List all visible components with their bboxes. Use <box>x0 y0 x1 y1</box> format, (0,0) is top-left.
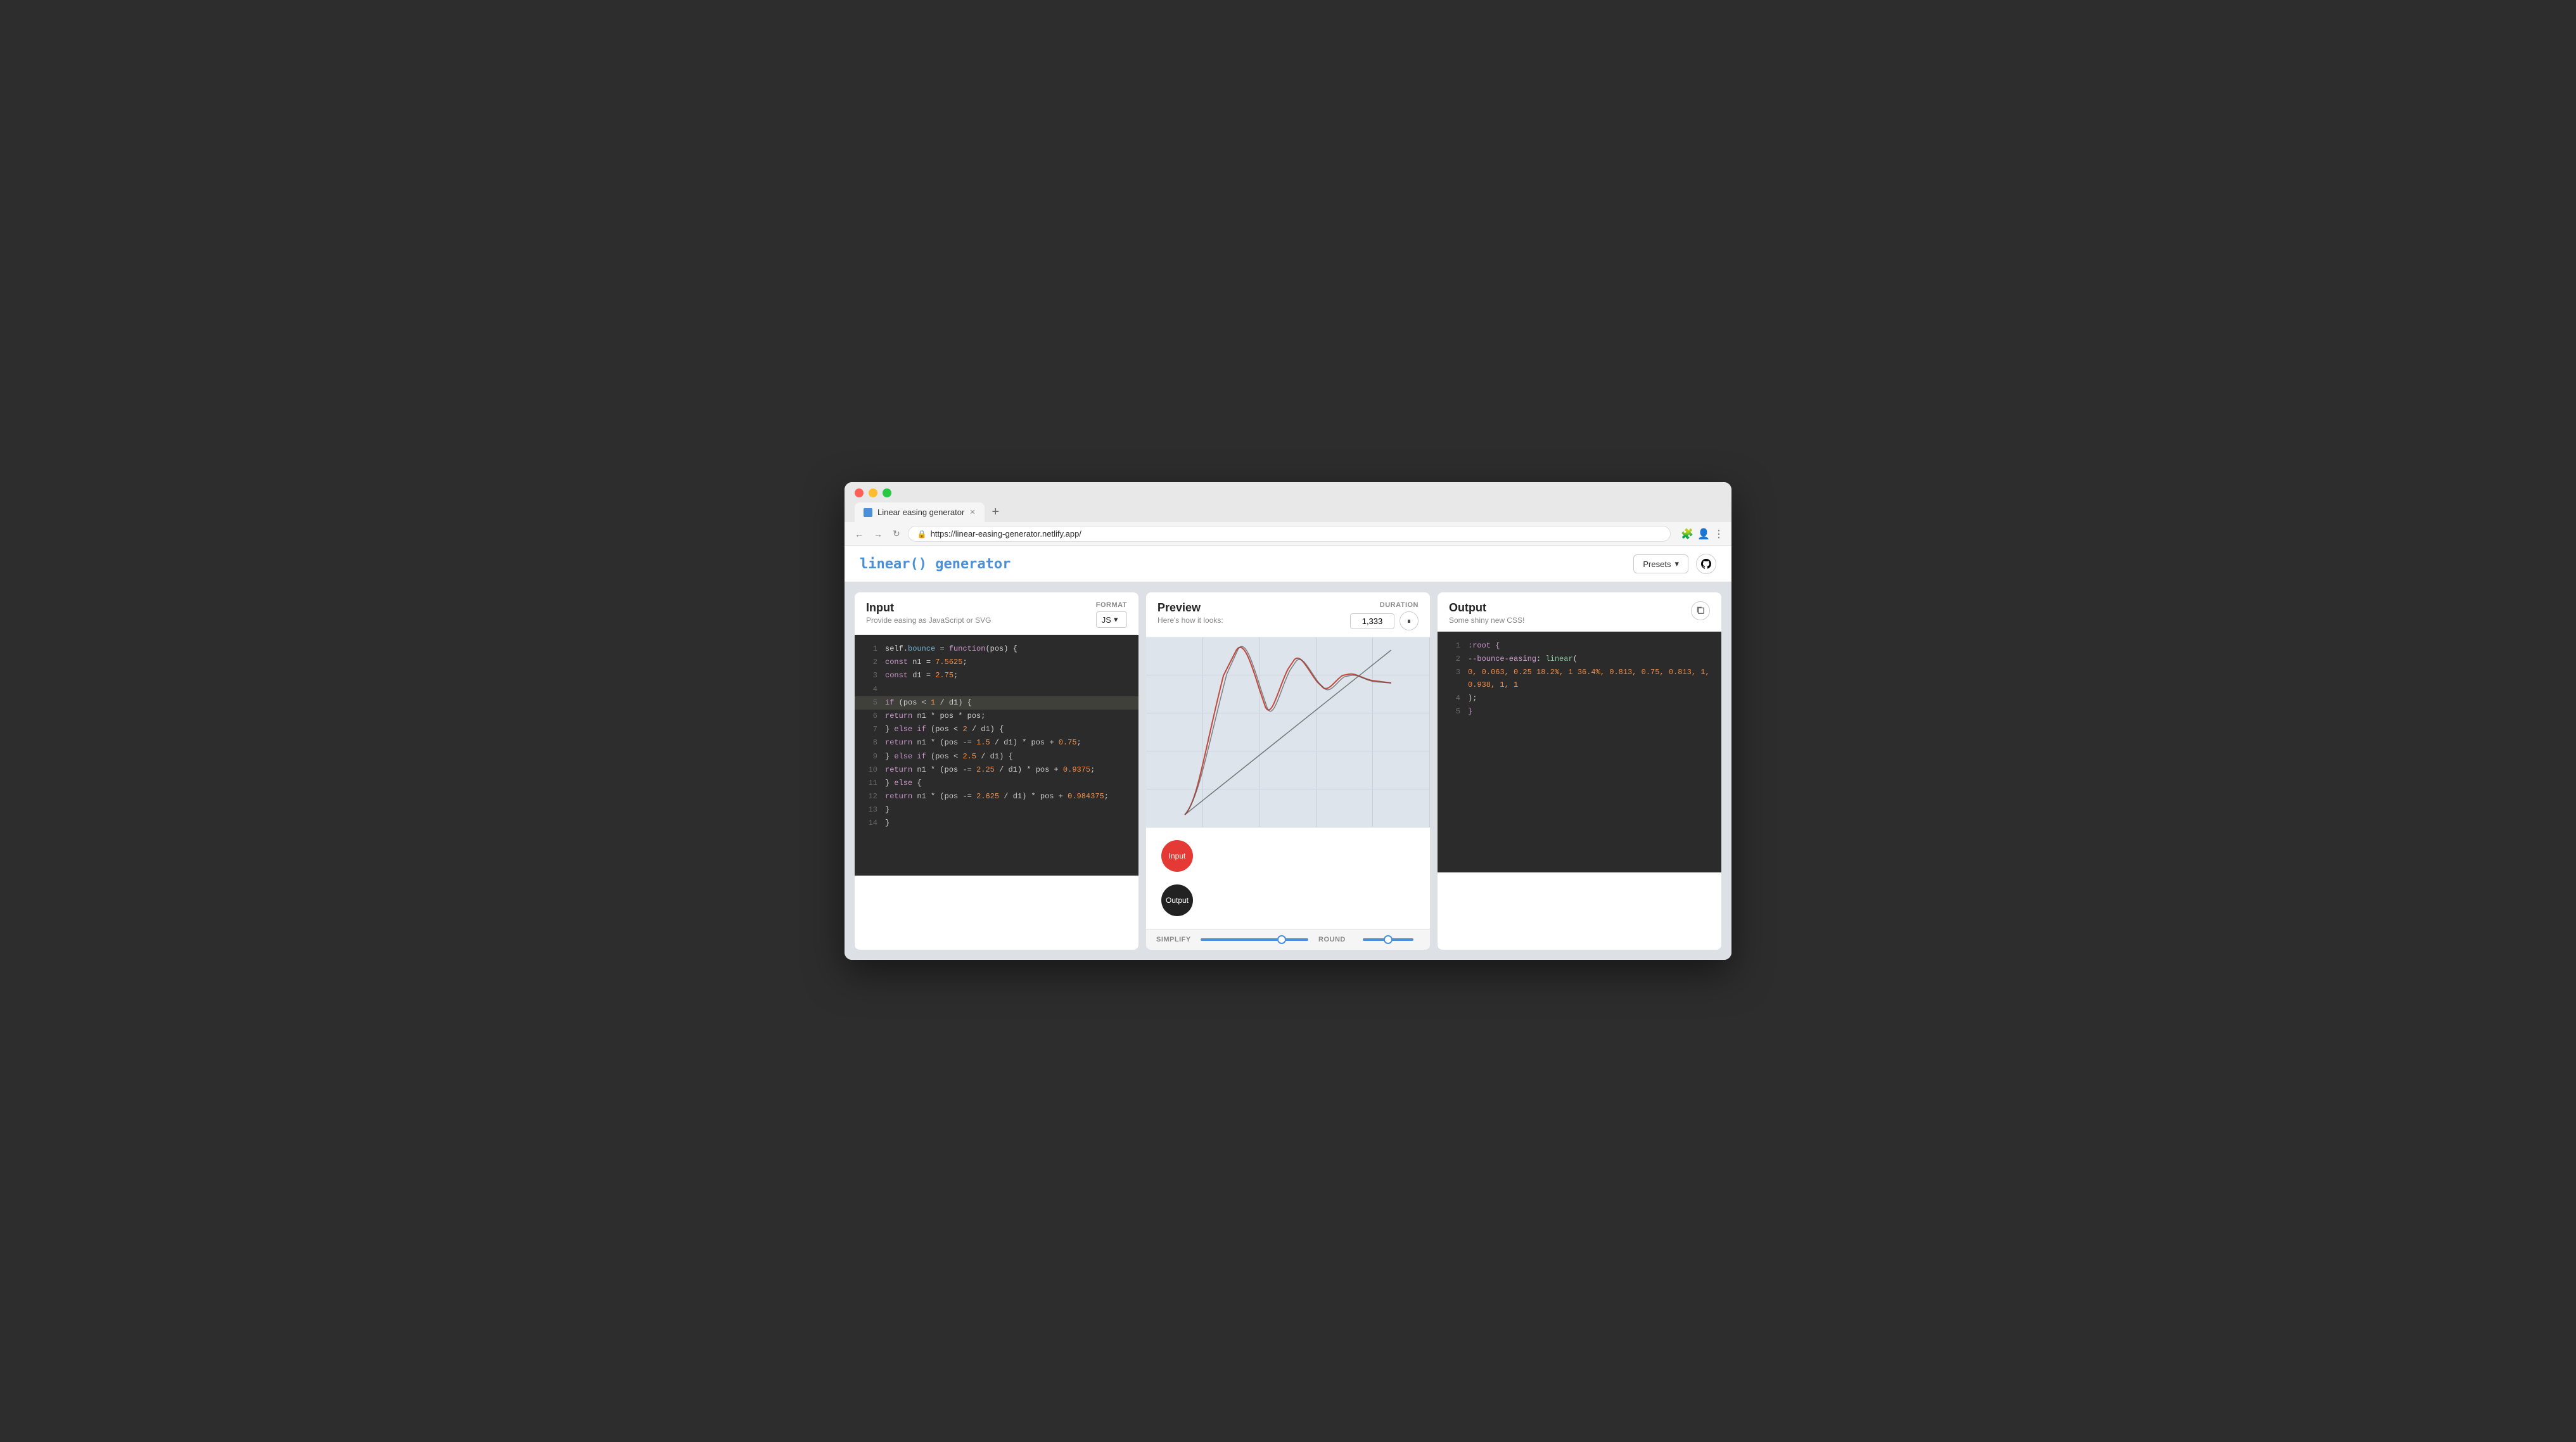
address-field[interactable]: 🔒 https://linear-easing-generator.netlif… <box>908 526 1671 542</box>
simplify-control: SIMPLIFY <box>1156 936 1308 943</box>
code-line: 14 } <box>855 817 1138 830</box>
presets-button[interactable]: Presets ▾ <box>1633 554 1688 573</box>
round-label: ROUND <box>1318 936 1356 943</box>
output-code-line: 2 --bounce-easing: linear( <box>1438 653 1721 666</box>
code-line: 10 return n1 * (pos -= 2.25 / d1) * pos … <box>855 763 1138 777</box>
duration-input[interactable] <box>1350 613 1394 629</box>
new-tab-button[interactable]: + <box>987 502 1005 522</box>
tab-title: Linear easing generator <box>877 507 964 517</box>
header-right: Presets ▾ <box>1633 554 1716 574</box>
code-editor[interactable]: 1 self.bounce = function(pos) { 2 const … <box>855 635 1138 876</box>
copy-icon <box>1696 606 1705 616</box>
presets-label: Presets <box>1643 559 1671 569</box>
url-text: https://linear-easing-generator.netlify.… <box>931 529 1081 539</box>
profile-button[interactable]: 👤 <box>1697 528 1710 540</box>
preview-panel-header: Preview Here's how it looks: DURATION ⏸ <box>1146 592 1430 637</box>
input-panel-subtitle: Provide easing as JavaScript or SVG <box>866 616 991 625</box>
panels: Input Provide easing as JavaScript or SV… <box>845 582 1731 960</box>
address-bar-row: ← → ↻ 🔒 https://linear-easing-generator.… <box>845 522 1731 546</box>
input-panel: Input Provide easing as JavaScript or SV… <box>855 592 1138 950</box>
browser-tab-active[interactable]: Linear easing generator ✕ <box>855 502 985 522</box>
output-code-line: 3 0, 0.063, 0.25 18.2%, 1 36.4%, 0.813, … <box>1438 666 1721 691</box>
input-ball-label: Input <box>1169 852 1186 860</box>
code-line: 1 self.bounce = function(pos) { <box>855 642 1138 656</box>
simplify-label: SIMPLIFY <box>1156 936 1194 943</box>
back-button[interactable]: ← <box>852 526 866 542</box>
extensions-button[interactable]: 🧩 <box>1681 528 1693 540</box>
output-code-line: 1 :root { <box>1438 639 1721 653</box>
round-thumb[interactable] <box>1384 935 1393 944</box>
easing-chart <box>1146 637 1430 827</box>
code-line: 11 } else { <box>855 777 1138 790</box>
format-label: FORMAT <box>1096 601 1127 609</box>
app-content: linear() generator Presets ▾ <box>845 546 1731 960</box>
output-panel: Output Some shiny new CSS! <box>1438 592 1721 950</box>
format-chevron-icon: ▾ <box>1114 615 1118 625</box>
easing-curve-svg <box>1146 637 1430 827</box>
output-code-line: 5 } <box>1438 705 1721 718</box>
forward-button[interactable]: → <box>871 526 885 542</box>
output-code: 1 :root { 2 --bounce-easing: linear( 3 0… <box>1438 632 1721 872</box>
github-button[interactable] <box>1696 554 1716 574</box>
input-ball: Input <box>1161 840 1193 872</box>
output-ball-label: Output <box>1166 896 1189 905</box>
pause-icon: ⏸ <box>1407 616 1411 626</box>
lock-icon: 🔒 <box>917 530 927 539</box>
code-line: 2 const n1 = 7.5625; <box>855 656 1138 669</box>
code-line: 3 const d1 = 2.75; <box>855 669 1138 682</box>
copy-button[interactable] <box>1691 601 1710 620</box>
browser-actions: 🧩 👤 ⋮ <box>1681 528 1724 540</box>
tab-close-button[interactable]: ✕ <box>969 508 975 516</box>
format-select[interactable]: JS ▾ <box>1096 611 1127 628</box>
round-slider[interactable] <box>1363 938 1413 941</box>
pause-button[interactable]: ⏸ <box>1400 611 1419 630</box>
output-panel-title: Output <box>1449 601 1524 615</box>
traffic-light-minimize[interactable] <box>869 488 877 497</box>
simplify-thumb[interactable] <box>1277 935 1286 944</box>
code-line: 8 return n1 * (pos -= 1.5 / d1) * pos + … <box>855 736 1138 750</box>
traffic-light-close[interactable] <box>855 488 864 497</box>
app-logo: linear() generator <box>860 556 1011 572</box>
code-line: 7 } else if (pos < 2 / d1) { <box>855 723 1138 736</box>
bottom-controls: SIMPLIFY ROUND <box>1146 929 1430 950</box>
input-panel-header: Input Provide easing as JavaScript or SV… <box>855 592 1138 635</box>
round-control: ROUND <box>1318 936 1420 943</box>
duration-label: DURATION <box>1350 601 1419 609</box>
tab-bar: Linear easing generator ✕ + <box>855 502 1721 522</box>
code-line: 12 return n1 * (pos -= 2.625 / d1) * pos… <box>855 790 1138 803</box>
output-panel-header: Output Some shiny new CSS! <box>1438 592 1721 632</box>
simplify-slider[interactable] <box>1201 938 1308 941</box>
code-line: 4 <box>855 683 1138 696</box>
preview-panel-subtitle: Here's how it looks: <box>1157 616 1223 625</box>
code-line: 6 return n1 * pos * pos; <box>855 710 1138 723</box>
output-panel-subtitle: Some shiny new CSS! <box>1449 616 1524 625</box>
app-header: linear() generator Presets ▾ <box>845 546 1731 582</box>
presets-chevron-icon: ▾ <box>1674 559 1679 569</box>
browser-chrome: Linear easing generator ✕ + <box>845 482 1731 522</box>
traffic-lights <box>855 488 1721 497</box>
code-line: 5 if (pos < 1 / d1) { <box>855 696 1138 710</box>
tab-favicon <box>864 508 872 517</box>
menu-button[interactable]: ⋮ <box>1714 528 1724 540</box>
code-line: 9 } else if (pos < 2.5 / d1) { <box>855 750 1138 763</box>
format-value: JS <box>1102 615 1111 625</box>
input-panel-title: Input <box>866 601 991 615</box>
code-line: 13 } <box>855 803 1138 817</box>
refresh-button[interactable]: ↻ <box>890 526 903 542</box>
animation-area: Input Output <box>1146 827 1430 929</box>
preview-panel: Preview Here's how it looks: DURATION ⏸ <box>1146 592 1430 950</box>
output-ball: Output <box>1161 884 1193 916</box>
traffic-light-maximize[interactable] <box>883 488 891 497</box>
browser-window: Linear easing generator ✕ + ← → ↻ 🔒 http… <box>845 482 1731 960</box>
preview-panel-title: Preview <box>1157 601 1223 615</box>
output-code-line: 4 ); <box>1438 692 1721 705</box>
